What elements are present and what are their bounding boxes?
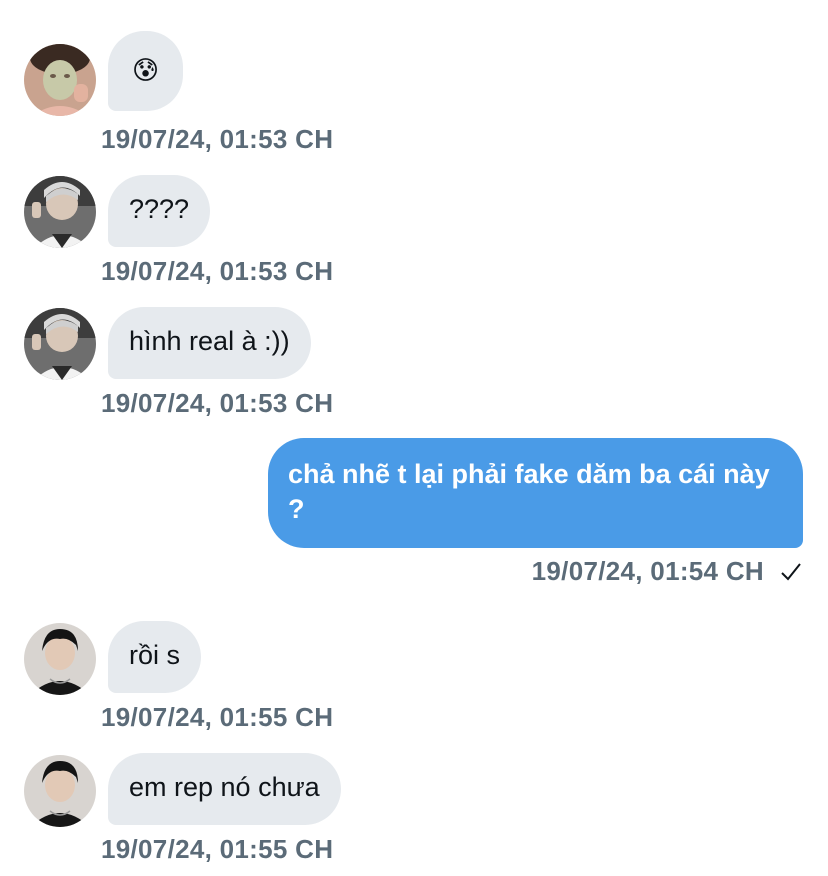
- message-bubble[interactable]: rồi s: [108, 621, 202, 693]
- message-text: hình real à :)): [129, 326, 290, 356]
- message-bubble[interactable]: hình real à :)): [108, 307, 311, 379]
- contact-avatar[interactable]: [24, 755, 96, 827]
- message-text: rồi s: [129, 640, 181, 670]
- contact-avatar[interactable]: [24, 176, 96, 248]
- checkmark-icon: [781, 563, 801, 581]
- contact-avatar[interactable]: [24, 44, 96, 116]
- contact-avatar[interactable]: [24, 308, 96, 380]
- message-text: chả nhẽ t lại phải fake dăm ba cái này ?: [288, 459, 770, 524]
- message-timestamp: 19/07/24, 01:54 CH: [531, 556, 764, 586]
- message-bubble[interactable]: 😰: [108, 31, 184, 111]
- silver-hair-person-avatar-icon: [24, 176, 96, 248]
- dark-hair-person-avatar-icon: [24, 623, 96, 695]
- face-mask-person-avatar-icon: [24, 44, 96, 116]
- contact-avatar[interactable]: [24, 623, 96, 695]
- message-text: em rep nó chưa: [129, 772, 320, 802]
- message-bubble[interactable]: em rep nó chưa: [108, 753, 341, 825]
- message-timestamp: 19/07/24, 01:53 CH: [101, 388, 334, 418]
- message-bubble[interactable]: ????: [108, 175, 211, 247]
- outgoing-message-bubble[interactable]: chả nhẽ t lại phải fake dăm ba cái này ?: [268, 438, 803, 548]
- silver-hair-person-avatar-icon: [24, 308, 96, 380]
- message-timestamp: 19/07/24, 01:55 CH: [101, 834, 334, 864]
- message-timestamp: 19/07/24, 01:53 CH: [101, 124, 334, 154]
- message-timestamp: 19/07/24, 01:55 CH: [101, 702, 334, 732]
- message-text: 😰: [132, 55, 160, 85]
- message-text: ????: [129, 194, 190, 224]
- message-timestamp: 19/07/24, 01:53 CH: [101, 256, 334, 286]
- dark-hair-person-avatar-icon: [24, 755, 96, 827]
